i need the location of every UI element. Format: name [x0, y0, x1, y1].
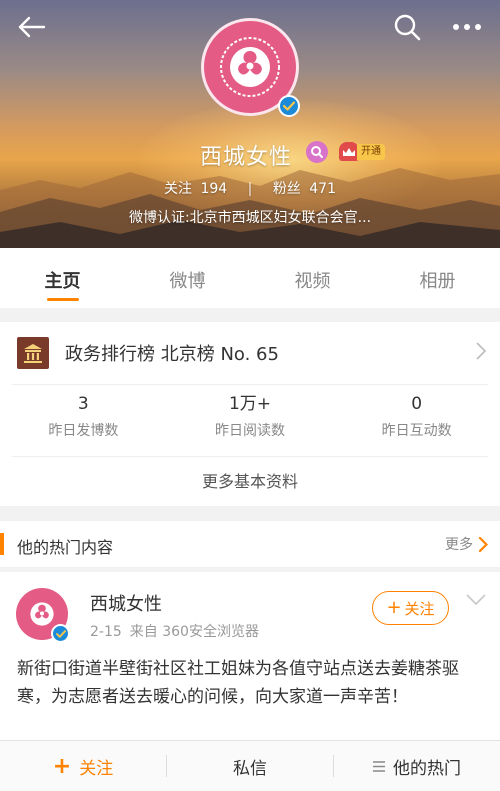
bottom-follow-label: 关注 [79, 758, 114, 779]
fans-label[interactable]: 粉丝 [273, 181, 301, 197]
stats-separator: | [247, 181, 253, 197]
info-card: 政务排行榜 北京榜 No. 65 3 昨日发博数 1万+ 昨日阅读数 0 昨日互… [0, 322, 500, 506]
post-card[interactable]: 西城女性 2-15 来自 360安全浏览器 + 关注 新街口街道半壁街社区社工姐妹… [0, 572, 500, 740]
verified-icon [55, 629, 66, 638]
profile-name: 西城女性 [200, 145, 293, 170]
tab-weibo[interactable]: 微博 [125, 248, 250, 308]
tab-album[interactable]: 相册 [375, 248, 500, 308]
verification-text: 微博认证:北京市西城区妇女联合会官... [128, 210, 372, 226]
verified-badge [51, 624, 70, 643]
post-text[interactable]: 新街口街道半壁街社区社工姐妹为各值守站点送去姜糖茶驱寒，为志愿者送去暖心的问候，… [17, 655, 487, 711]
metric-label: 昨日发博数 [48, 423, 119, 439]
bottom-action-bar: + 关注 私信 他的热门 [0, 740, 500, 791]
chevron-right-icon [479, 536, 488, 552]
plus-icon: + [52, 753, 72, 779]
post-meta: 2-15 来自 360安全浏览器 [90, 621, 259, 641]
bottom-message-label: 私信 [233, 758, 267, 779]
member-badge[interactable]: 开通 [339, 142, 385, 161]
more-info-link[interactable]: 更多基本资料 [0, 468, 500, 492]
hot-more-label: 更多 [445, 537, 473, 553]
plus-icon: + [386, 597, 402, 618]
bottom-message-button[interactable]: 私信 [167, 741, 333, 791]
fans-count[interactable]: 471 [309, 181, 336, 197]
post-author-name[interactable]: 西城女性 [90, 590, 162, 616]
verified-icon [283, 101, 295, 111]
menu-icon [373, 760, 385, 772]
profile-tabs: 主页 微博 视频 相册 [0, 248, 500, 308]
post-date: 2-15 [90, 624, 122, 640]
women-federation-logo-icon [220, 37, 280, 97]
metric-reads: 1万+ 昨日阅读数 [167, 392, 334, 440]
metrics-row: 3 昨日发博数 1万+ 昨日阅读数 0 昨日互动数 [0, 392, 500, 440]
search-icon [394, 14, 421, 41]
verified-badge [278, 95, 300, 117]
metric-label: 昨日阅读数 [215, 423, 285, 439]
government-building-icon [17, 337, 49, 369]
section-accent-bar [0, 533, 4, 555]
bottom-follow-button[interactable]: + 关注 [0, 741, 166, 791]
follow-stats: 关注 194 | 粉丝 471 [0, 178, 500, 198]
tab-video[interactable]: 视频 [250, 248, 375, 308]
rank-text: 政务排行榜 北京榜 No. 65 [65, 344, 279, 365]
back-button[interactable] [14, 10, 48, 44]
divider [12, 384, 488, 385]
metric-interactions: 0 昨日互动数 [333, 392, 500, 440]
post-follow-label: 关注 [404, 599, 435, 618]
bottom-hot-button[interactable]: 他的热门 [334, 741, 500, 791]
more-icon [453, 24, 481, 30]
metric-value: 3 [77, 394, 89, 414]
bottom-hot-label: 他的热门 [393, 758, 461, 779]
chevron-down-icon[interactable] [466, 594, 486, 606]
follow-count[interactable]: 194 [200, 181, 227, 197]
metric-posts: 3 昨日发博数 [0, 392, 167, 440]
hot-more-link[interactable]: 更多 [445, 534, 488, 554]
post-follow-button[interactable]: + 关注 [372, 591, 449, 625]
profile-header: 西城女性 开通 关注 194 | 粉丝 471 微博认证:北京市西城区妇女联合会… [0, 0, 500, 248]
chevron-right-icon [476, 342, 486, 360]
back-arrow-icon [18, 16, 46, 38]
post-source: 来自 360安全浏览器 [129, 624, 259, 640]
vip-badge[interactable] [306, 141, 328, 163]
metric-value: 0 [411, 394, 423, 414]
metric-value: 1万+ [228, 394, 272, 414]
member-tag: 开通 [357, 143, 385, 160]
hot-content-header: 他的热门内容 更多 [0, 521, 500, 567]
vip-icon [311, 146, 323, 158]
metric-label: 昨日互动数 [381, 423, 452, 439]
hot-content-title: 他的热门内容 [17, 538, 114, 557]
divider [12, 456, 488, 457]
tab-home[interactable]: 主页 [0, 248, 125, 308]
follow-label[interactable]: 关注 [164, 181, 192, 197]
search-button[interactable] [390, 10, 424, 44]
more-button[interactable] [450, 10, 484, 44]
rank-row[interactable]: 政务排行榜 北京榜 No. 65 [0, 322, 500, 384]
crown-icon [339, 142, 359, 161]
